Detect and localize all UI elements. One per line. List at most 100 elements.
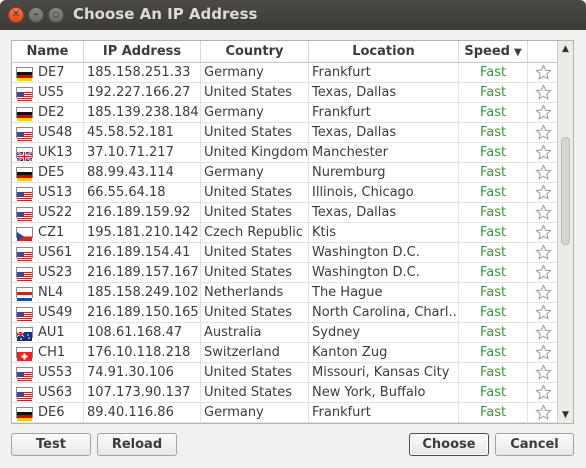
close-window-button[interactable]: ✕ <box>8 7 24 23</box>
country-cell: Australia <box>201 323 309 342</box>
favorite-star-icon[interactable] <box>535 324 552 341</box>
country-cell: Germany <box>201 103 309 122</box>
server-table: Name IP Address Country Location Speed ▼ … <box>11 40 574 424</box>
flag-us-icon <box>16 127 33 141</box>
ip-address-cell: 216.189.150.165 <box>84 303 201 322</box>
scroll-down-arrow-icon[interactable]: ▼ <box>558 407 573 423</box>
column-header-name[interactable]: Name <box>12 41 84 62</box>
country-cell: Germany <box>201 63 309 82</box>
favorite-star-icon[interactable] <box>535 204 552 221</box>
favorite-star-icon[interactable] <box>535 404 552 421</box>
maximize-window-button[interactable]: ▫ <box>48 7 64 23</box>
flag-de-icon <box>16 167 33 181</box>
server-name: US61 <box>38 245 73 260</box>
column-header-speed[interactable]: Speed ▼ <box>459 41 528 62</box>
favorite-star-icon[interactable] <box>535 84 552 101</box>
speed-cell: Fast <box>459 243 528 262</box>
speed-cell: Fast <box>459 383 528 402</box>
server-name-cell: UK13 <box>12 143 84 162</box>
speed-cell: Fast <box>459 223 528 242</box>
server-name-cell: US22 <box>12 203 84 222</box>
favorite-cell <box>528 143 557 162</box>
table-row[interactable]: US49 216.189.150.165 United States North Ca… <box>12 303 557 323</box>
favorite-star-icon[interactable] <box>535 264 552 281</box>
table-row[interactable]: DE5 88.99.43.114 Germany Nuremburg Fast <box>12 163 557 183</box>
server-name: US22 <box>38 205 73 220</box>
flag-au-icon <box>16 327 33 341</box>
server-name: DE6 <box>38 405 65 420</box>
table-row[interactable]: UK13 37.10.71.217 United Kingdom Manchester… <box>12 143 557 163</box>
table-row[interactable]: US22 216.189.159.92 United States Texas, Da… <box>12 203 557 223</box>
speed-cell: Fast <box>459 183 528 202</box>
favorite-cell <box>528 323 557 342</box>
vertical-scrollbar[interactable]: ▲ ▼ <box>557 41 573 423</box>
server-name: DE2 <box>38 105 65 120</box>
location-cell: New York, Buffalo <box>309 383 459 402</box>
table-row[interactable]: US13 66.55.64.18 United States Illinois, Ch… <box>12 183 557 203</box>
title-bar: ✕ – ▫ Choose An IP Address <box>0 0 586 30</box>
scroll-up-arrow-icon[interactable]: ▲ <box>558 41 573 57</box>
favorite-star-icon[interactable] <box>535 244 552 261</box>
favorite-star-icon[interactable] <box>535 224 552 241</box>
favorite-star-icon[interactable] <box>535 284 552 301</box>
favorite-star-icon[interactable] <box>535 304 552 321</box>
favorite-star-icon[interactable] <box>535 344 552 361</box>
table-row[interactable]: US5 192.227.166.27 United States Texas, Dal… <box>12 83 557 103</box>
scrollbar-thumb[interactable] <box>561 137 570 245</box>
table-row[interactable]: US61 216.189.154.41 United States Washingto… <box>12 243 557 263</box>
table-row[interactable]: NL4 185.158.249.102 Netherlands The Hague Fa… <box>12 283 557 303</box>
favorite-star-icon[interactable] <box>535 364 552 381</box>
speed-cell: Fast <box>459 303 528 322</box>
reload-button[interactable]: Reload <box>97 433 177 456</box>
favorite-star-icon[interactable] <box>535 144 552 161</box>
column-header-country[interactable]: Country <box>201 41 309 62</box>
flag-us-icon <box>16 387 33 401</box>
column-header-favorite[interactable] <box>528 41 557 62</box>
server-name: US5 <box>38 85 65 100</box>
ip-address-cell: 66.55.64.18 <box>84 183 201 202</box>
column-header-location-label: Location <box>352 44 415 59</box>
flag-de-icon <box>16 67 33 81</box>
cancel-button[interactable]: Cancel <box>495 433 574 456</box>
choose-button[interactable]: Choose <box>409 433 489 456</box>
favorite-star-icon[interactable] <box>535 164 552 181</box>
flag-us-icon <box>16 367 33 381</box>
table-row[interactable]: US48 45.58.52.181 United States Texas, Dall… <box>12 123 557 143</box>
table-row[interactable]: US53 74.91.30.106 United States Missouri, K… <box>12 363 557 383</box>
minimize-window-button[interactable]: – <box>28 7 44 23</box>
favorite-cell <box>528 343 557 362</box>
server-name: US63 <box>38 385 73 400</box>
favorite-cell <box>528 223 557 242</box>
location-cell: North Carolina, Charl... <box>309 303 459 322</box>
favorite-star-icon[interactable] <box>535 384 552 401</box>
ip-address-cell: 185.139.238.184 <box>84 103 201 122</box>
table-row[interactable]: AU1 108.61.168.47 Australia Sydney Fast <box>12 323 557 343</box>
favorite-star-icon[interactable] <box>535 184 552 201</box>
table-row[interactable]: CH1 176.10.118.218 Switzerland Kanton Zug Fa… <box>12 343 557 363</box>
server-name-cell: NL4 <box>12 283 84 302</box>
table-row[interactable]: US63 107.173.90.137 United States New York,… <box>12 383 557 403</box>
table-row[interactable]: DE2 185.139.238.184 Germany Frankfurt Fast <box>12 103 557 123</box>
ip-address-cell: 185.158.249.102 <box>84 283 201 302</box>
table-row[interactable]: DE7 185.158.251.33 Germany Frankfurt Fast <box>12 63 557 83</box>
table-row[interactable]: DE6 89.40.116.86 Germany Frankfurt Fast <box>12 403 557 423</box>
column-header-speed-label: Speed <box>464 44 510 59</box>
table-header: Name IP Address Country Location Speed ▼ <box>12 41 557 63</box>
speed-cell: Fast <box>459 263 528 282</box>
server-name: CH1 <box>38 345 66 360</box>
test-button[interactable]: Test <box>11 433 91 456</box>
server-name-cell: US5 <box>12 83 84 102</box>
table-row[interactable]: CZ1 195.181.210.142 Czech Republic Ktis Fast <box>12 223 557 243</box>
speed-cell: Fast <box>459 163 528 182</box>
location-cell: Nuremburg <box>309 163 459 182</box>
favorite-star-icon[interactable] <box>535 104 552 121</box>
table-row[interactable]: US23 216.189.157.167 United States Washingt… <box>12 263 557 283</box>
column-header-location[interactable]: Location <box>309 41 459 62</box>
column-header-ip[interactable]: IP Address <box>84 41 201 62</box>
speed-cell: Fast <box>459 103 528 122</box>
favorite-star-icon[interactable] <box>535 124 552 141</box>
server-name: DE5 <box>38 165 65 180</box>
favorite-star-icon[interactable] <box>535 64 552 81</box>
country-cell: United Kingdom <box>201 143 309 162</box>
minimize-icon: – <box>33 9 39 20</box>
